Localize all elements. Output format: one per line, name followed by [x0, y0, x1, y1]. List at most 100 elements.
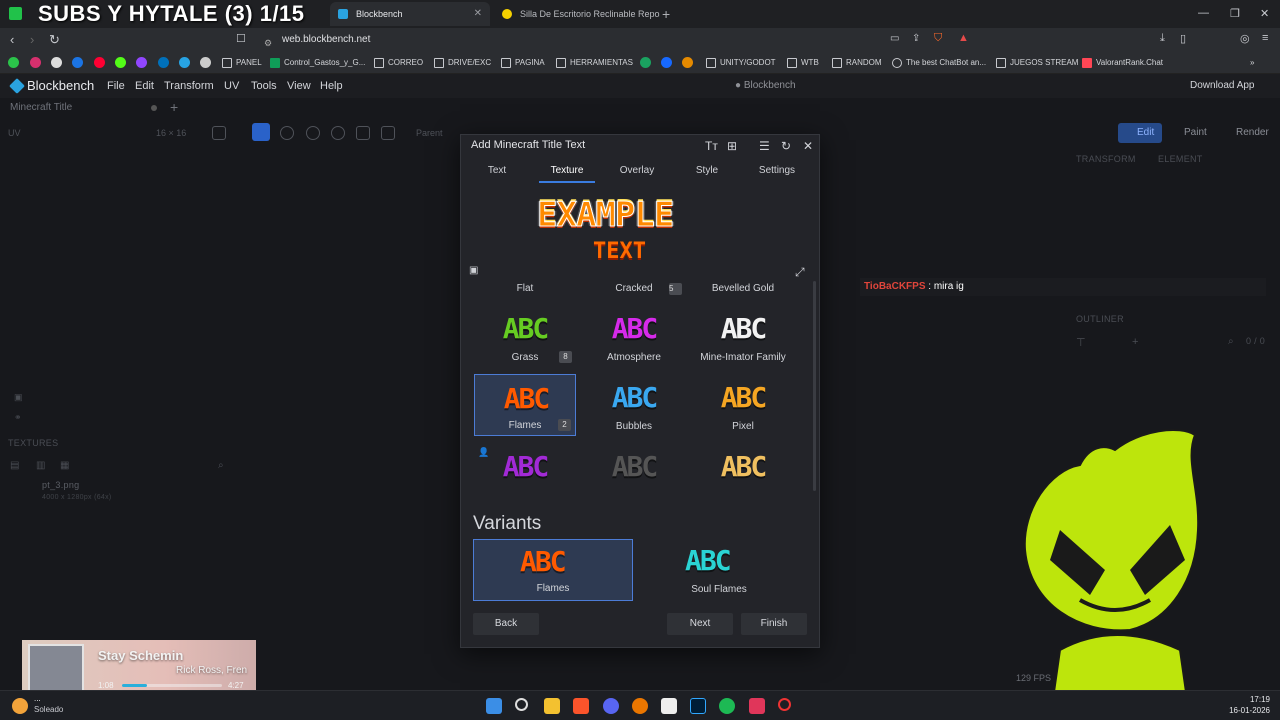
site-icon[interactable] — [682, 57, 693, 68]
bookmark-folder[interactable]: JUEGOS STREAM — [996, 56, 1078, 70]
menu-tools[interactable]: Tools — [251, 80, 277, 92]
tab-overlay[interactable]: Overlay — [613, 159, 661, 183]
rotate-tool-icon[interactable] — [306, 126, 320, 140]
texture-option-netherite[interactable]: ABC — [583, 443, 685, 491]
bookmark-folder[interactable]: CORREO — [374, 56, 423, 70]
browser-tab-blockbench[interactable]: Blockbench ✕ — [330, 2, 490, 26]
brave-icon[interactable] — [573, 698, 589, 714]
close-tab-icon[interactable]: ✕ — [474, 2, 482, 26]
texture-option-bubbles[interactable]: ABC Bubbles — [583, 374, 685, 436]
transform-header[interactable]: TRANSFORM — [1076, 154, 1136, 164]
tab-settings[interactable]: Settings — [751, 159, 803, 183]
share-icon[interactable]: ⇪ — [912, 33, 920, 44]
texture-option-flames[interactable]: ABC Flames 2 — [474, 374, 576, 436]
vertex-tool-icon[interactable] — [356, 126, 370, 140]
reload-icon[interactable]: ↻ — [49, 32, 60, 48]
layers-icon[interactable]: ▣ — [14, 392, 23, 403]
texture-name[interactable]: pt_3.png — [42, 480, 79, 490]
spotify-icon[interactable] — [719, 698, 735, 714]
menu-uv[interactable]: UV — [224, 80, 239, 92]
parent-label[interactable]: Parent — [416, 128, 443, 138]
tab-text[interactable]: Text — [475, 159, 519, 183]
download-icon[interactable]: ⤓ — [1160, 32, 1165, 45]
mode-edit-tab[interactable]: Edit — [1118, 123, 1162, 143]
photoshop-icon[interactable] — [690, 698, 706, 714]
bookmark-folder[interactable]: WTB — [787, 56, 819, 70]
brave-shield-icon[interactable]: ⛉ — [934, 32, 942, 45]
texture-label-flat[interactable]: Flat — [471, 283, 579, 294]
link-icon[interactable]: ⚭ — [14, 412, 22, 423]
element-header[interactable]: ELEMENT — [1158, 154, 1203, 164]
site-icon[interactable] — [640, 57, 651, 68]
bookmark-folder[interactable]: PAGINA — [501, 56, 545, 70]
bookmark-folder[interactable]: DRIVE/EXC — [434, 56, 491, 70]
bookmark-item[interactable]: Control_Gastos_y_G... — [270, 56, 365, 70]
back-icon[interactable]: ‹ — [10, 32, 14, 47]
presets-icon[interactable]: ⊞ — [727, 139, 737, 153]
finish-button[interactable]: Finish — [741, 613, 807, 635]
export-icon[interactable]: ▣ — [469, 265, 478, 276]
install-icon[interactable]: ▭ — [890, 33, 899, 44]
uv-tool-icon[interactable] — [212, 126, 226, 140]
clock[interactable]: 17:19 16-01-2026 — [1226, 694, 1270, 716]
texture-label-bevelled-gold[interactable]: Bevelled Gold — [689, 283, 797, 294]
add-cube-icon[interactable]: ⊤ — [1076, 336, 1086, 349]
netflix-icon[interactable] — [200, 57, 211, 68]
browser-tab-chair[interactable]: Silla De Escritorio Reclinable Reposap — [494, 2, 660, 26]
vpn-icon[interactable]: ◎ — [1240, 32, 1250, 45]
bookmark-icon[interactable]: ☐ — [236, 32, 246, 45]
minimize-icon[interactable]: — — [1198, 7, 1209, 19]
discord-icon[interactable] — [603, 698, 619, 714]
file-explorer-icon[interactable] — [544, 698, 560, 714]
search-icon[interactable] — [515, 698, 528, 711]
add-group-icon[interactable]: + — [1132, 336, 1139, 348]
recording-icon[interactable] — [778, 698, 791, 711]
download-app-button[interactable]: Download App — [1190, 80, 1255, 91]
bookmark-item[interactable]: The best ChatBot an... — [892, 56, 986, 70]
maximize-icon[interactable]: ❐ — [1230, 7, 1240, 20]
streamlabs-icon[interactable] — [749, 698, 765, 714]
texture-option-neon[interactable]: ABC 👤 — [474, 443, 576, 491]
behance-icon[interactable] — [661, 57, 672, 68]
text-format-icon[interactable]: Tт — [705, 139, 718, 153]
tab-texture[interactable]: Texture — [539, 159, 595, 183]
x-icon[interactable] — [51, 57, 62, 68]
whatsapp-icon[interactable] — [8, 57, 19, 68]
new-tab-icon[interactable]: + — [662, 6, 670, 22]
brush-tool-icon[interactable] — [381, 126, 395, 140]
kick-icon[interactable] — [115, 57, 126, 68]
mode-render-tab[interactable]: Render — [1236, 127, 1269, 138]
folder-icon[interactable]: ▦ — [60, 460, 70, 471]
brave-rewards-icon[interactable]: ▲ — [958, 32, 969, 44]
start-icon[interactable] — [486, 698, 502, 714]
sidebar-icon[interactable]: ▯ — [1180, 32, 1186, 45]
tab-style[interactable]: Style — [685, 159, 729, 183]
variant-flames[interactable]: ABC Flames — [473, 539, 633, 601]
close-window-icon[interactable]: ✕ — [1260, 7, 1269, 20]
project-tab[interactable]: Minecraft Title — [10, 102, 72, 113]
reset-icon[interactable]: ↻ — [781, 139, 791, 153]
bookmark-folder[interactable]: UNITY/GODOT — [706, 56, 776, 70]
instagram-icon[interactable] — [30, 57, 41, 68]
expand-icon[interactable]: ⤢ — [795, 265, 805, 280]
next-button[interactable]: Next — [667, 613, 733, 635]
site-info-icon[interactable]: ⚙ — [264, 34, 272, 52]
blender-icon[interactable] — [632, 698, 648, 714]
menu-view[interactable]: View — [287, 80, 311, 92]
variant-soul-flames[interactable]: ABC Soul Flames — [639, 539, 799, 601]
notion-icon[interactable] — [661, 698, 677, 714]
paypal-icon[interactable] — [158, 57, 169, 68]
search-icon[interactable]: ⌕ — [1228, 336, 1234, 347]
texture-option-gold[interactable]: ABC — [692, 443, 794, 491]
pivot-tool-icon[interactable] — [331, 126, 345, 140]
bookmark-folder[interactable]: RANDOM — [832, 56, 882, 70]
texture-option-grass[interactable]: ABC Grass 8 — [474, 305, 576, 367]
import-texture-icon[interactable]: ▤ — [10, 460, 20, 471]
youtube-icon[interactable] — [94, 57, 105, 68]
weather-icon[interactable] — [12, 698, 28, 714]
search-icon[interactable]: ⌕ — [218, 460, 224, 471]
menu-transform[interactable]: Transform — [164, 80, 214, 92]
back-button[interactable]: Back — [473, 613, 539, 635]
bookmark-item[interactable]: ValorantRank.Chat — [1082, 56, 1163, 70]
menu-help[interactable]: Help — [320, 80, 343, 92]
